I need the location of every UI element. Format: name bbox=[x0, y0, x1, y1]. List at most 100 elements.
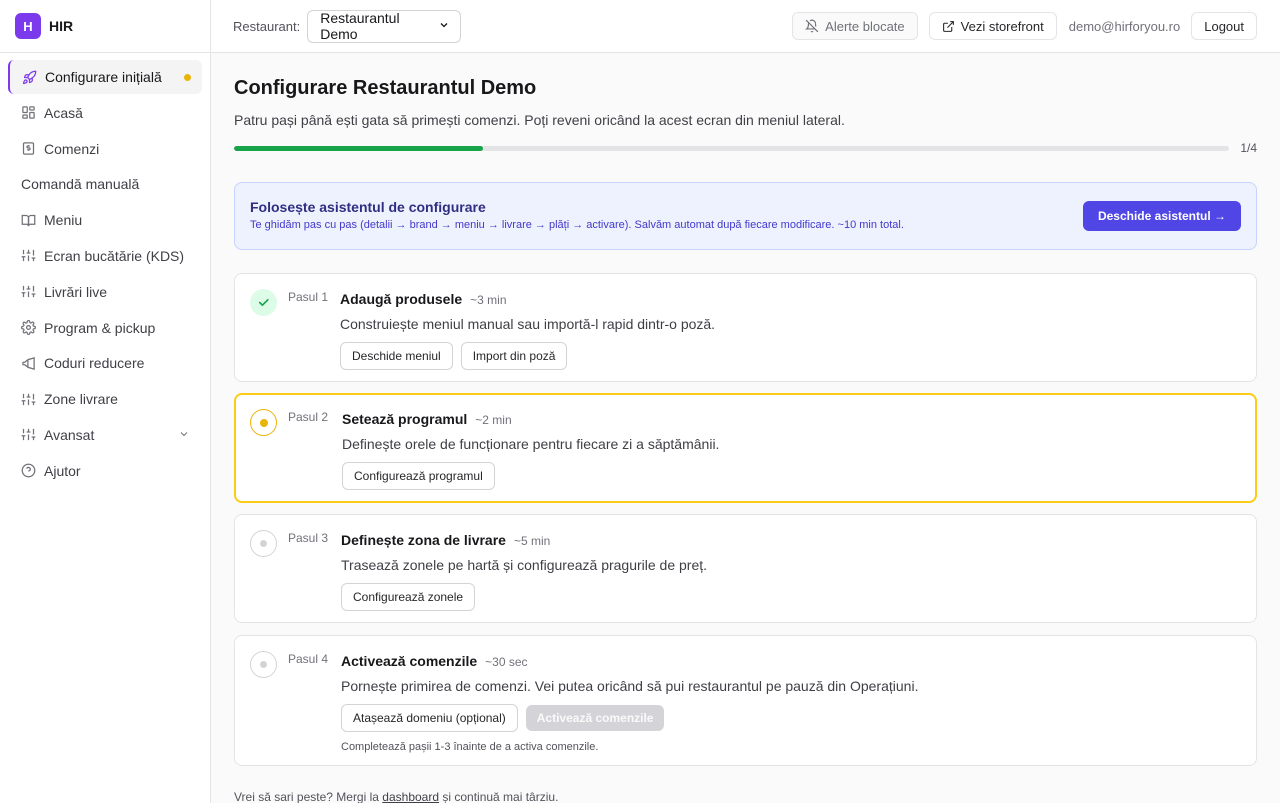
sidebar-nav: Configurare inițială Acasă Comenzi Coman… bbox=[0, 53, 210, 497]
sidebar-item-ajutor[interactable]: Ajutor bbox=[8, 454, 202, 488]
step-description: Trasează zonele pe hartă și configurează… bbox=[341, 557, 708, 573]
alerts-blocked-button[interactable]: Alerte blocate bbox=[792, 12, 918, 40]
skip-note-after: și continuă mai târziu. bbox=[439, 790, 559, 803]
sidebar-item-avansat[interactable]: Avansat bbox=[8, 418, 202, 452]
step-card-2: Pasul 2 Setează programul ~2 min Defineș… bbox=[234, 393, 1257, 503]
progress-track bbox=[234, 145, 1230, 151]
step-number: Pasul 2 bbox=[288, 410, 329, 424]
sliders-icon bbox=[20, 248, 36, 264]
step-time: ~3 min bbox=[470, 293, 507, 307]
setup-assistant-banner: Folosește asistentul de configurare Te g… bbox=[234, 182, 1257, 250]
step-card-3: Pasul 3 Definește zona de livrare ~5 min… bbox=[234, 514, 1257, 623]
step-time: ~30 sec bbox=[485, 655, 528, 669]
receipt-icon bbox=[20, 141, 36, 157]
step-head: Definește zona de livrare ~5 min bbox=[341, 532, 1256, 548]
sidebar-item-livrari-live[interactable]: Livrări live bbox=[8, 275, 202, 309]
current-dot-icon bbox=[259, 418, 268, 427]
step-todo-status bbox=[250, 530, 277, 557]
step-number: Pasul 3 bbox=[288, 531, 329, 545]
setup-progress: 1/4 bbox=[234, 141, 1257, 155]
page-title: Configurare Restaurantul Demo bbox=[234, 77, 537, 99]
check-icon bbox=[258, 298, 269, 307]
restaurant-label: Restaurant: bbox=[233, 18, 301, 34]
pending-dot-icon bbox=[260, 661, 267, 668]
sidebar-item-label: Comenzi bbox=[44, 140, 100, 157]
view-storefront-button[interactable]: Vezi storefront bbox=[928, 12, 1057, 40]
megaphone-icon bbox=[20, 355, 36, 371]
step-description: Pornește primirea de comenzi. Vei putea … bbox=[341, 678, 919, 694]
step-head: Activează comenzile ~30 sec bbox=[341, 653, 1256, 669]
chevron-down-icon bbox=[178, 427, 190, 443]
book-icon bbox=[20, 212, 36, 228]
help-icon bbox=[20, 463, 36, 479]
step-time: ~5 min bbox=[513, 534, 551, 548]
sidebar-item-label: Avansat bbox=[44, 426, 95, 443]
step-card-4: Pasul 4 Activează comenzile ~30 sec Porn… bbox=[234, 635, 1257, 766]
sidebar-item-comenzi[interactable]: Comenzi bbox=[8, 132, 202, 166]
step-actions: Deschide meniul Import din poză bbox=[340, 342, 1256, 370]
sidebar-item-label: Comandă manuală bbox=[21, 176, 140, 193]
step-title: Adaugă produsele bbox=[340, 291, 463, 307]
alerts-blocked-label: Alerte blocate bbox=[825, 18, 905, 34]
import-from-photo-button[interactable]: Import din poză bbox=[460, 342, 568, 370]
page-subtitle: Patru pași până ești gata să primești co… bbox=[234, 112, 845, 128]
topbar-actions: Alerte blocate Vezi storefront demo@hirf… bbox=[781, 12, 1257, 40]
sidebar-item-label: Ecran bucătărie (KDS) bbox=[44, 247, 185, 264]
sidebar-item-label: Ajutor bbox=[44, 462, 81, 479]
attach-domain-button[interactable]: Atașează domeniu (opțional) bbox=[341, 704, 518, 732]
step-actions: Configurează programul bbox=[342, 462, 1255, 490]
sliders-icon bbox=[20, 391, 36, 407]
configure-schedule-button[interactable]: Configurează programul bbox=[342, 462, 495, 490]
sidebar-item-label: Configurare inițială bbox=[45, 69, 162, 85]
restaurant-select[interactable]: Restaurantul Demo bbox=[307, 9, 462, 43]
sliders-icon bbox=[20, 284, 36, 300]
step-number: Pasul 4 bbox=[288, 652, 329, 666]
step-note: Completează pașii 1-3 înainte de a activ… bbox=[341, 741, 599, 753]
step-head: Adaugă produsele ~3 min bbox=[340, 291, 1256, 307]
sidebar-item-configurare[interactable]: Configurare inițială bbox=[8, 60, 202, 94]
step-description: Definește orele de funcționare pentru fi… bbox=[342, 436, 720, 452]
brand-name: HIR bbox=[49, 18, 74, 34]
sidebar: H HIR Configurare inițială Acasă Comenzi… bbox=[0, 0, 211, 803]
brand-logo: H bbox=[15, 13, 41, 39]
configure-zones-button[interactable]: Configurează zonele bbox=[341, 583, 476, 611]
step-actions: Atașează domeniu (opțional) Activează co… bbox=[341, 704, 1256, 732]
skip-note-before: Vrei să sari peste? Mergi la bbox=[234, 790, 383, 803]
sidebar-item-zone-livrare[interactable]: Zone livrare bbox=[8, 382, 202, 416]
sidebar-item-program[interactable]: Program & pickup bbox=[8, 311, 202, 345]
step-actions: Configurează zonele bbox=[341, 583, 1256, 611]
pending-dot-icon bbox=[260, 540, 267, 547]
step-description: Construiește meniul manual sau importă-l… bbox=[340, 316, 716, 332]
sidebar-item-label: Meniu bbox=[44, 212, 83, 229]
open-menu-button[interactable]: Deschide meniul bbox=[340, 342, 453, 370]
skip-note: Vrei să sari peste? Mergi la dashboard ș… bbox=[234, 790, 1257, 803]
dashboard-link[interactable]: dashboard bbox=[382, 790, 439, 803]
external-link-icon bbox=[942, 20, 955, 33]
step-todo-status bbox=[250, 651, 277, 678]
restaurant-selected-value: Restaurantul Demo bbox=[320, 10, 400, 42]
sidebar-item-acasa[interactable]: Acasă bbox=[8, 96, 202, 130]
step-number: Pasul 1 bbox=[288, 290, 329, 304]
open-assistant-button[interactable]: Deschide asistentul → bbox=[1082, 201, 1241, 231]
sidebar-item-comanda-manuala[interactable]: Comandă manuală bbox=[8, 167, 202, 201]
brand[interactable]: H HIR bbox=[0, 0, 210, 53]
grid-icon bbox=[20, 105, 36, 121]
view-storefront-label: Vezi storefront bbox=[960, 18, 1044, 34]
sidebar-item-kds[interactable]: Ecran bucătărie (KDS) bbox=[8, 239, 202, 273]
sidebar-item-meniu[interactable]: Meniu bbox=[8, 203, 202, 237]
step-time: ~2 min bbox=[475, 413, 512, 427]
step-body: Setează programul ~2 min Definește orele… bbox=[342, 395, 1255, 490]
step-card-1: Pasul 1 Adaugă produsele ~3 min Construi… bbox=[234, 273, 1257, 382]
user-email: demo@hirforyou.ro bbox=[1068, 18, 1181, 34]
logout-button[interactable]: Logout bbox=[1191, 12, 1257, 40]
step-title: Setează programul bbox=[342, 411, 468, 427]
sidebar-item-coduri-reducere[interactable]: Coduri reducere bbox=[8, 346, 202, 380]
sliders-icon bbox=[20, 427, 36, 443]
sidebar-item-label: Coduri reducere bbox=[44, 355, 145, 372]
main-content: Configurare Restaurantul Demo Patru pași… bbox=[234, 53, 1257, 803]
sidebar-item-label: Zone livrare bbox=[44, 391, 118, 408]
gear-icon bbox=[20, 320, 36, 336]
progress-label: 1/4 bbox=[1240, 141, 1257, 155]
sidebar-item-label: Acasă bbox=[44, 104, 83, 121]
activate-orders-button[interactable]: Activează comenzile bbox=[525, 705, 665, 731]
